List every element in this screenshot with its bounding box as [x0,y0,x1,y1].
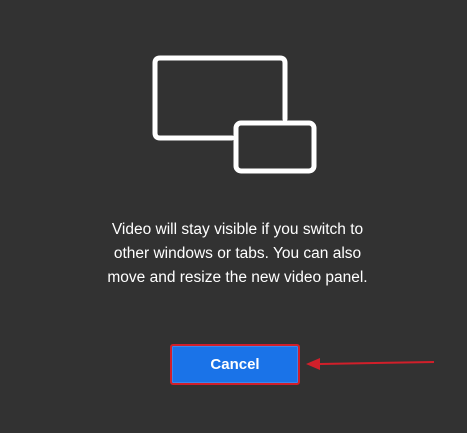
pip-description-text: Video will stay visible if you switch to… [107,221,368,286]
picture-in-picture-icon [152,55,317,174]
arrow-left-icon [306,358,435,370]
cancel-button[interactable]: Cancel [170,344,300,385]
main-window-outline [152,55,288,141]
mini-window-outline [233,120,317,174]
